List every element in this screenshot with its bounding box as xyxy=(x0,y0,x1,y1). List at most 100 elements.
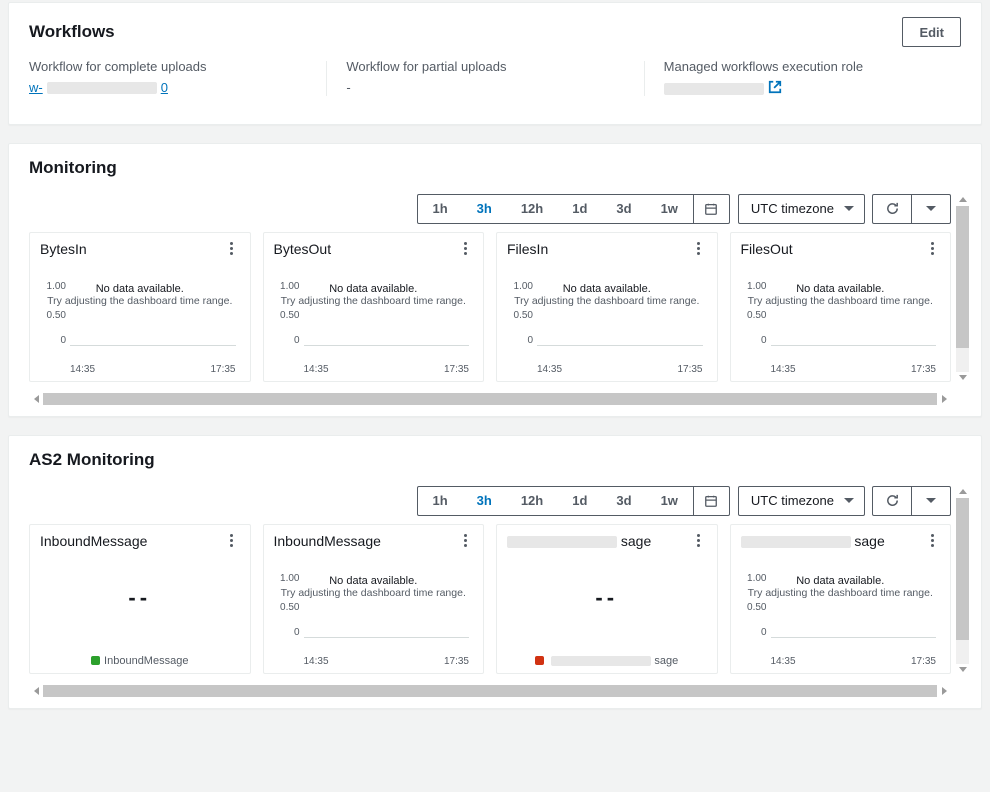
nodata-line2: Try adjusting the dashboard time range. xyxy=(741,295,941,307)
range-1w[interactable]: 1w xyxy=(647,195,693,223)
range-12h[interactable]: 12h xyxy=(507,487,558,515)
workflow-role-link[interactable] xyxy=(664,80,782,97)
range-1h[interactable]: 1h xyxy=(418,195,462,223)
workflows-title: Workflows xyxy=(29,22,115,42)
scroll-right-icon[interactable] xyxy=(937,392,951,406)
scroll-thumb[interactable] xyxy=(956,206,969,349)
x-axis xyxy=(771,637,937,638)
scroll-track[interactable] xyxy=(956,206,969,372)
edit-button[interactable]: Edit xyxy=(902,17,961,47)
nodata-line2: Try adjusting the dashboard time range. xyxy=(741,587,941,599)
xtick: 14:35 xyxy=(304,364,329,375)
monitoring-header: Monitoring xyxy=(9,144,981,186)
chart-menu-button[interactable] xyxy=(224,241,240,257)
as2-header: AS2 Monitoring xyxy=(9,436,981,478)
as2-toolbar: 1h 3h 12h 1d 3d 1w UTC timezone xyxy=(29,486,951,516)
ytick: 0.50 xyxy=(747,602,766,613)
nodata-line1: No data available. xyxy=(507,283,707,295)
chart-menu-button[interactable] xyxy=(924,533,940,549)
nodata-line2: Try adjusting the dashboard time range. xyxy=(274,587,474,599)
title-suffix: sage xyxy=(854,533,884,549)
x-axis xyxy=(537,345,703,346)
chart-redacted-big: sage -- sage xyxy=(496,524,718,674)
x-axis xyxy=(304,637,470,638)
scroll-up-icon[interactable] xyxy=(956,194,969,206)
chart-legend: sage xyxy=(507,655,707,667)
vertical-scrollbar[interactable] xyxy=(956,486,969,676)
range-1w[interactable]: 1w xyxy=(647,487,693,515)
range-1d[interactable]: 1d xyxy=(558,487,602,515)
scroll-left-icon[interactable] xyxy=(29,684,43,698)
chart-legend: InboundMessage xyxy=(40,655,240,667)
chart-menu-button[interactable] xyxy=(691,241,707,257)
vertical-scrollbar[interactable] xyxy=(956,194,969,384)
scroll-down-icon[interactable] xyxy=(956,664,969,676)
chart-bytesout: BytesOut 1.00 0.50 0 No data available. … xyxy=(263,232,485,382)
xtick: 14:35 xyxy=(771,656,796,667)
legend-dot-icon xyxy=(91,656,100,665)
workflows-panel: Workflows Edit Workflow for complete upl… xyxy=(8,2,982,125)
xtick: 17:35 xyxy=(444,364,469,375)
chart-value: -- xyxy=(507,585,707,611)
legend-label: sage xyxy=(654,655,678,667)
refresh-group xyxy=(873,194,951,224)
range-1h[interactable]: 1h xyxy=(418,487,462,515)
chart-menu-button[interactable] xyxy=(691,533,707,549)
nodata-line1: No data available. xyxy=(274,283,474,295)
xtick: 17:35 xyxy=(911,656,936,667)
chart-bytesin: BytesIn 1.00 0.50 0 No data available. T… xyxy=(29,232,251,382)
refresh-options-button[interactable] xyxy=(911,486,951,516)
chart-title: BytesIn xyxy=(40,241,87,257)
timezone-select[interactable]: UTC timezone xyxy=(738,194,865,224)
range-3h[interactable]: 3h xyxy=(463,487,507,515)
legend-label: InboundMessage xyxy=(104,655,188,667)
custom-range-button[interactable] xyxy=(693,487,729,515)
ytick: 0 xyxy=(60,335,66,346)
range-3d[interactable]: 3d xyxy=(602,487,646,515)
timezone-label: UTC timezone xyxy=(751,201,834,216)
refresh-button[interactable] xyxy=(872,486,912,516)
range-3h[interactable]: 3h xyxy=(463,195,507,223)
scroll-down-icon[interactable] xyxy=(956,372,969,384)
redacted-text xyxy=(664,83,764,95)
scroll-track[interactable] xyxy=(43,393,937,405)
chart-filesout: FilesOut 1.00 0.50 0 No data available. … xyxy=(730,232,952,382)
range-3d[interactable]: 3d xyxy=(602,195,646,223)
chart-title: FilesIn xyxy=(507,241,548,257)
refresh-button[interactable] xyxy=(872,194,912,224)
workflows-label: Managed workflows execution role xyxy=(664,59,941,74)
ytick: 0.50 xyxy=(747,310,766,321)
scroll-up-icon[interactable] xyxy=(956,486,969,498)
scroll-right-icon[interactable] xyxy=(937,684,951,698)
scroll-track[interactable] xyxy=(43,685,937,697)
nodata-line2: Try adjusting the dashboard time range. xyxy=(507,295,707,307)
legend-dot-icon xyxy=(535,656,544,665)
scroll-left-icon[interactable] xyxy=(29,392,43,406)
scroll-track[interactable] xyxy=(956,498,969,664)
ytick: 0 xyxy=(761,335,767,346)
chevron-down-icon xyxy=(926,498,936,503)
workflows-col-role: Managed workflows execution role xyxy=(644,59,961,98)
nodata-line2: Try adjusting the dashboard time range. xyxy=(40,295,240,307)
timezone-select[interactable]: UTC timezone xyxy=(738,486,865,516)
monitoring-charts: BytesIn 1.00 0.50 0 No data available. T… xyxy=(29,232,951,382)
chart-menu-button[interactable] xyxy=(924,241,940,257)
chevron-down-icon xyxy=(926,206,936,211)
chart-title: sage xyxy=(507,533,651,549)
workflows-label: Workflow for complete uploads xyxy=(29,59,306,74)
nodata-line1: No data available. xyxy=(274,575,474,587)
monitoring-toolbar: 1h 3h 12h 1d 3d 1w UTC timezone xyxy=(29,194,951,224)
workflow-complete-link[interactable]: w- 0 xyxy=(29,80,168,95)
chart-menu-button[interactable] xyxy=(224,533,240,549)
external-link-icon xyxy=(768,80,782,97)
x-axis xyxy=(304,345,470,346)
scroll-thumb[interactable] xyxy=(956,498,969,641)
chart-menu-button[interactable] xyxy=(457,241,473,257)
refresh-options-button[interactable] xyxy=(911,194,951,224)
custom-range-button[interactable] xyxy=(693,195,729,223)
range-1d[interactable]: 1d xyxy=(558,195,602,223)
horizontal-scrollbar[interactable] xyxy=(29,684,951,698)
range-12h[interactable]: 12h xyxy=(507,195,558,223)
horizontal-scrollbar[interactable] xyxy=(29,392,951,406)
chart-menu-button[interactable] xyxy=(457,533,473,549)
